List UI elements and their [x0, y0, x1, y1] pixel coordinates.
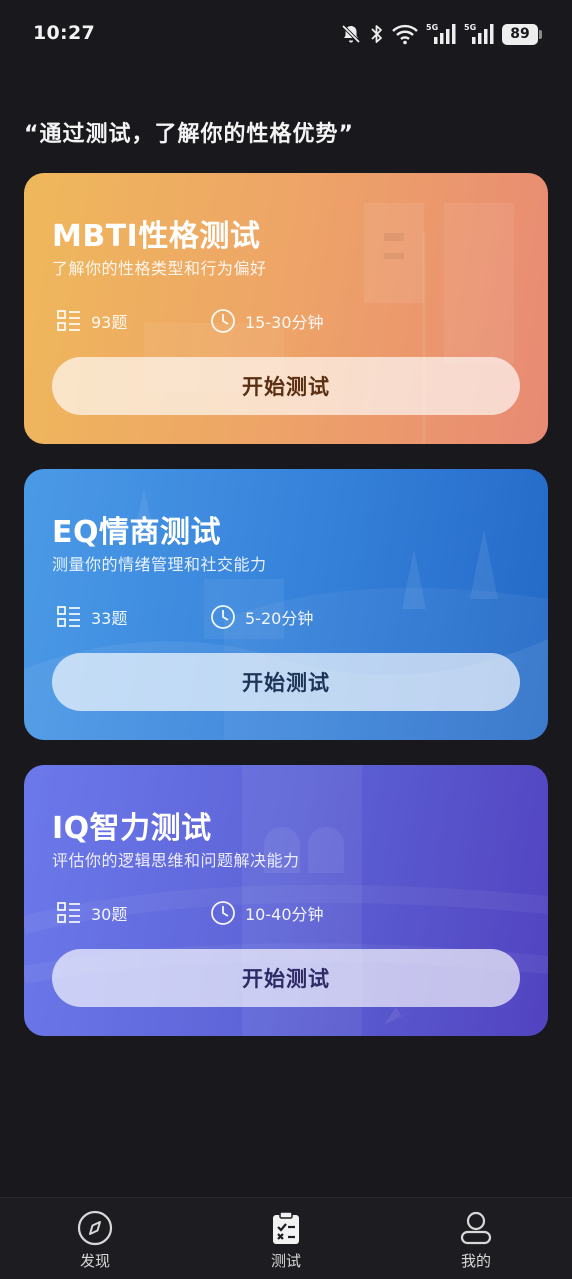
question-count: 33题 [56, 603, 127, 631]
card-title: IQ智力测试 [52, 811, 212, 846]
question-count-text: 30题 [91, 905, 128, 924]
test-card-iq[interactable]: IQ智力测试 评估你的逻辑思维和问题解决能力 30题 10-40分钟 开始测试 [24, 765, 548, 1036]
clipboard-check-icon [273, 1211, 299, 1244]
start-test-button[interactable]: 开始测试 [52, 653, 520, 711]
duration: 10-40分钟 [210, 899, 324, 927]
nav-item-test[interactable]: 测试 [226, 1198, 346, 1279]
duration-text: 15-30分钟 [245, 313, 324, 332]
nav-label: 发现 [79, 1252, 110, 1270]
clock-icon [210, 308, 236, 334]
list-icon [56, 309, 82, 333]
list-icon [56, 605, 82, 629]
question-count: 93题 [56, 307, 127, 335]
card-title: MBTI性格测试 [52, 219, 261, 254]
network-label: 5G [426, 23, 438, 32]
nav-label: 我的 [460, 1252, 491, 1270]
duration: 5-20分钟 [210, 603, 313, 631]
card-subtitle: 评估你的逻辑思维和问题解决能力 [52, 851, 300, 870]
question-count: 30题 [56, 899, 127, 927]
status-bar: 10:27 5G 5G 89 [0, 0, 572, 68]
bottom-navigation: 发现 测试 我的 [0, 1197, 572, 1279]
network-label: 5G [464, 23, 476, 32]
nav-item-discover[interactable]: 发现 [35, 1198, 155, 1279]
clock-icon [210, 900, 236, 926]
card-subtitle: 测量你的情绪管理和社交能力 [52, 555, 267, 574]
nav-item-mine[interactable]: 我的 [416, 1198, 536, 1279]
signal-5g-icon: 5G [464, 22, 494, 46]
test-card-mbti[interactable]: MBTI性格测试 了解你的性格类型和行为偏好 93题 15-30分钟 开始测试 [24, 173, 548, 444]
status-time: 10:27 [33, 22, 95, 44]
person-icon [460, 1211, 492, 1245]
nav-label: 测试 [270, 1252, 301, 1270]
question-count-text: 33题 [91, 609, 128, 628]
card-subtitle: 了解你的性格类型和行为偏好 [52, 259, 267, 278]
start-test-button[interactable]: 开始测试 [52, 357, 520, 415]
mute-bell-icon [340, 23, 362, 45]
compass-icon [77, 1210, 113, 1246]
question-count-text: 93题 [91, 313, 128, 332]
battery-icon: 89 [502, 23, 542, 45]
wifi-icon [392, 23, 418, 45]
page-heading: “通过测试，了解你的性格优势” [24, 122, 354, 147]
screen: 10:27 5G 5G 89 “通过测试，了解你的性格优势” MBTI性格测试 … [0, 0, 572, 1279]
signal-5g-icon: 5G [426, 22, 456, 46]
duration-text: 5-20分钟 [245, 609, 314, 628]
list-icon [56, 901, 82, 925]
card-title: EQ情商测试 [52, 515, 221, 550]
duration-text: 10-40分钟 [245, 905, 324, 924]
clock-icon [210, 604, 236, 630]
start-test-button[interactable]: 开始测试 [52, 949, 520, 1007]
test-card-eq[interactable]: EQ情商测试 测量你的情绪管理和社交能力 33题 5-20分钟 开始测试 [24, 469, 548, 740]
duration: 15-30分钟 [210, 307, 324, 335]
status-icons: 5G 5G 89 [340, 20, 542, 48]
bluetooth-icon [370, 23, 384, 45]
